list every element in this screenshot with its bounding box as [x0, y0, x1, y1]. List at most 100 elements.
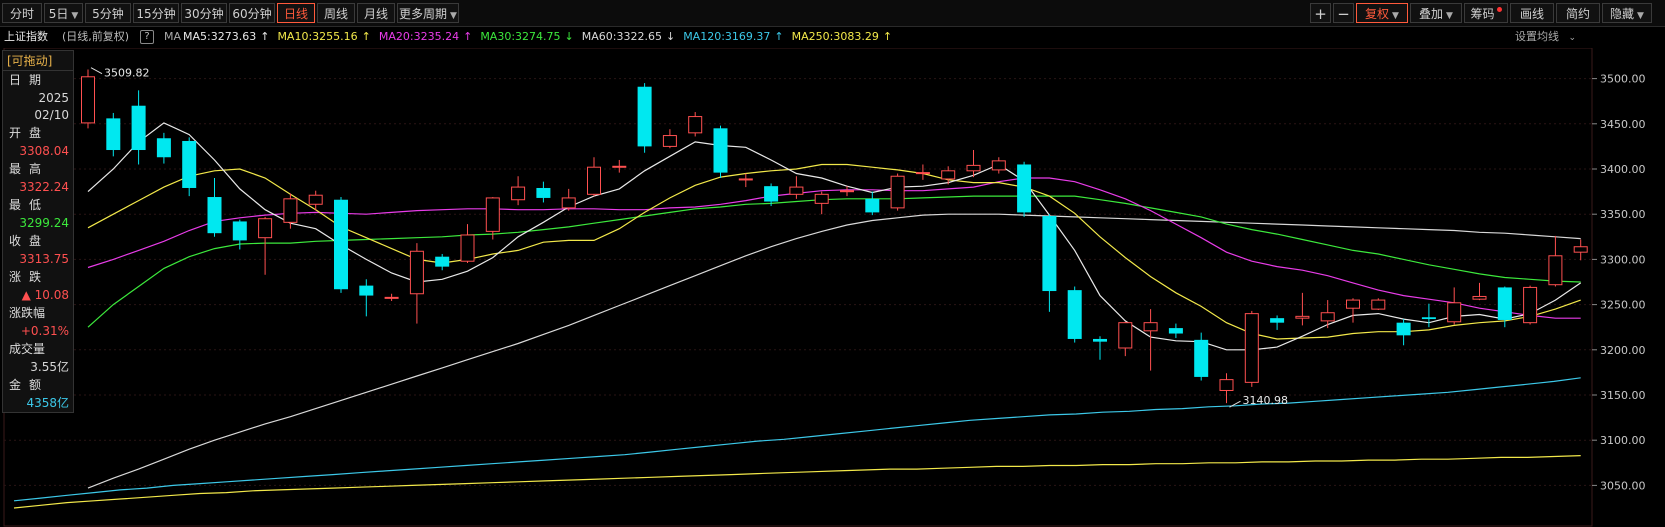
- candle-body[interactable]: [1421, 317, 1436, 320]
- period-tab-1[interactable]: 5日 ▼: [44, 3, 83, 23]
- candle-body[interactable]: [789, 186, 804, 195]
- candle-body[interactable]: [738, 178, 753, 181]
- period-tab-label: 日线: [283, 7, 308, 21]
- candle-body[interactable]: [334, 199, 348, 290]
- toolbar-button-0[interactable]: 复权 ▼: [1356, 3, 1408, 23]
- candle-body[interactable]: [1270, 318, 1285, 323]
- toolbar-button-label: 简约: [1565, 7, 1590, 21]
- panel-label: 涨跌: [9, 270, 50, 284]
- candle-body[interactable]: [1118, 322, 1133, 349]
- candle-body[interactable]: [637, 86, 652, 147]
- candle-body[interactable]: [536, 187, 551, 198]
- candle-body[interactable]: [131, 105, 146, 151]
- toolbar-button-4[interactable]: 简约: [1556, 3, 1600, 23]
- candle-body[interactable]: [207, 197, 222, 234]
- candle-body[interactable]: [1371, 299, 1386, 310]
- candle-body[interactable]: [587, 166, 601, 195]
- arrow-up-icon: ↑: [260, 30, 270, 43]
- ma-settings-link[interactable]: 设置均线 ⌄: [1515, 27, 1582, 48]
- period-tab-4[interactable]: 30分钟: [181, 3, 227, 23]
- period-tab-0[interactable]: 分时: [2, 3, 42, 23]
- candle-body[interactable]: [1447, 302, 1462, 323]
- candle-body[interactable]: [232, 221, 247, 241]
- toolbar-button-3[interactable]: 画线: [1510, 3, 1554, 23]
- candle-body[interactable]: [1067, 290, 1082, 339]
- candle-body[interactable]: [258, 218, 273, 239]
- candle-body[interactable]: [1320, 312, 1335, 322]
- arrow-down-icon: ↓: [564, 30, 574, 43]
- toolbar-button-label: 叠加: [1419, 7, 1444, 21]
- help-icon[interactable]: ?: [140, 30, 154, 44]
- panel-drag-handle[interactable]: [可拖动]: [3, 51, 73, 71]
- toolbar-button-2[interactable]: 筹码: [1464, 3, 1508, 23]
- candle-body[interactable]: [409, 250, 424, 295]
- candle-body[interactable]: [1244, 313, 1259, 383]
- panel-value: 3322.24: [19, 180, 69, 194]
- zoom-in-icon[interactable]: +: [1310, 3, 1331, 23]
- candle-body[interactable]: [384, 296, 399, 299]
- candle-body[interactable]: [941, 170, 956, 180]
- period-tab-9[interactable]: 更多周期 ▼: [397, 3, 459, 23]
- period-tab-label: 分时: [9, 7, 34, 21]
- candle-body[interactable]: [1093, 338, 1107, 342]
- candle-body[interactable]: [1295, 315, 1310, 319]
- candle-body[interactable]: [460, 234, 475, 262]
- candle-body[interactable]: [1497, 287, 1512, 320]
- candle-body[interactable]: [966, 164, 981, 172]
- candle-body[interactable]: [865, 198, 880, 213]
- chevron-down-icon: ⌄: [1568, 33, 1576, 43]
- candle-body[interactable]: [1573, 246, 1588, 253]
- candle-body[interactable]: [814, 193, 829, 204]
- candle-body[interactable]: [612, 165, 627, 168]
- panel-label: 涨跌幅: [9, 306, 46, 320]
- toolbar-button-1[interactable]: 叠加 ▼: [1410, 3, 1462, 23]
- candle-body[interactable]: [840, 190, 854, 193]
- candlestick-chart[interactable]: 3050.00 3100.00 3150.00 3200.00 3250.00 3300.…: [0, 48, 1665, 527]
- ma120-line: [13, 377, 1581, 502]
- period-toolbar: 分时 5日 ▼ 5分钟 15分钟 30分钟 60分钟 日线 周线 月线 更多周期 ▼ + − 复权 ▼ 叠加 ▼ 筹…: [0, 0, 1665, 27]
- candle-body[interactable]: [561, 197, 576, 209]
- candle-body[interactable]: [1017, 164, 1032, 213]
- candle-body[interactable]: [81, 76, 95, 124]
- candle-body[interactable]: [662, 135, 677, 147]
- candle-body[interactable]: [991, 160, 1006, 171]
- candle-body[interactable]: [435, 256, 450, 267]
- candle-body[interactable]: [359, 285, 374, 296]
- candle-body[interactable]: [688, 116, 703, 134]
- candle-body[interactable]: [1143, 322, 1158, 332]
- candle-body[interactable]: [1042, 216, 1057, 292]
- period-tab-5[interactable]: 60分钟: [229, 3, 275, 23]
- period-tab-8[interactable]: 月线: [357, 3, 395, 23]
- candle-body[interactable]: [511, 186, 526, 201]
- candle-body[interactable]: [106, 118, 121, 151]
- panel-label: 金额: [9, 378, 50, 392]
- candle-body[interactable]: [890, 175, 905, 209]
- period-tab-label: 60分钟: [232, 7, 272, 21]
- index-name[interactable]: 上证指数: [4, 27, 48, 47]
- candle-body[interactable]: [485, 197, 500, 232]
- candle-body[interactable]: [713, 128, 728, 173]
- candle-body[interactable]: [1472, 295, 1487, 300]
- candle-body[interactable]: [1168, 328, 1183, 334]
- candle-body[interactable]: [1396, 322, 1411, 336]
- candle-body[interactable]: [1346, 299, 1360, 309]
- toolbar-button-5[interactable]: 隐藏 ▼: [1602, 3, 1652, 23]
- candle-body[interactable]: [308, 194, 323, 205]
- candle-body[interactable]: [283, 198, 298, 223]
- zoom-out-icon[interactable]: −: [1333, 3, 1354, 23]
- candle-body[interactable]: [764, 186, 779, 202]
- period-tab-7[interactable]: 周线: [317, 3, 355, 23]
- candle-body[interactable]: [156, 138, 171, 158]
- period-tab-3[interactable]: 15分钟: [133, 3, 179, 23]
- candle-body[interactable]: [1194, 339, 1209, 377]
- candle-body[interactable]: [182, 140, 197, 188]
- candle-body[interactable]: [1523, 286, 1538, 324]
- candle-body[interactable]: [915, 172, 930, 175]
- panel-value: ▲ 10.08: [21, 288, 69, 302]
- candle-body[interactable]: [1219, 379, 1234, 391]
- candle-body[interactable]: [1548, 255, 1563, 286]
- period-tab-2[interactable]: 5分钟: [85, 3, 131, 23]
- period-tab-6[interactable]: 日线: [277, 3, 315, 23]
- dropdown-arrow-icon: ▼: [1446, 11, 1453, 21]
- data-window-panel[interactable]: [可拖动] 日期 2025 02/10 开盘 3308.04 最高 3322.24 最低 3299…: [2, 50, 74, 413]
